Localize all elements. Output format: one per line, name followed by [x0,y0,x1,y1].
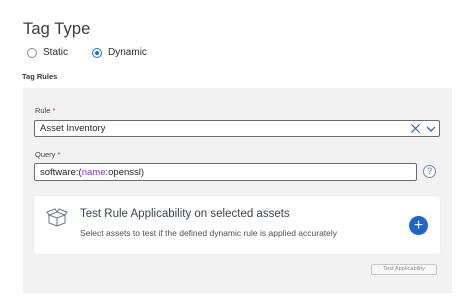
rule-required-mark: * [52,106,56,115]
rule-select[interactable]: Asset Inventory [34,120,440,137]
radio-dynamic-circle[interactable] [92,47,103,58]
test-applicability-card: Test Rule Applicability on selected asse… [34,196,440,254]
tag-rules-panel [23,88,452,293]
chevron-down-icon[interactable] [426,124,436,134]
query-label: Query * [35,150,60,159]
query-input[interactable]: software:(name:openssl) [34,163,417,181]
radio-dynamic-label: Dynamic [108,47,147,58]
add-assets-button[interactable]: + [409,216,428,235]
query-required-mark: * [57,150,61,159]
clear-icon[interactable] [410,123,421,134]
rule-select-value: Asset Inventory [40,123,106,134]
query-rest: :openssl) [105,166,145,178]
radio-static-label: Static [43,47,69,58]
query-label-text: Query [35,150,56,159]
rule-label: Rule * [35,106,55,115]
help-icon[interactable]: ? [423,165,436,178]
query-prefix: software:( [40,166,82,178]
tag-type-radio-group: Static Dynamic [27,47,147,58]
query-key-token: name [81,166,106,178]
tag-rules-heading: Tag Rules [22,72,58,81]
radio-static-circle[interactable] [27,47,37,58]
test-applicability-button[interactable]: Test Applicability [371,264,437,275]
radio-dynamic[interactable]: Dynamic [92,47,147,58]
radio-static[interactable]: Static [27,47,68,58]
rule-label-text: Rule [35,106,51,115]
page-title: Tag Type [23,20,91,38]
open-box-icon [46,208,68,227]
card-title: Test Rule Applicability on selected asse… [80,208,290,220]
card-description: Select assets to test if the defined dyn… [80,228,338,238]
